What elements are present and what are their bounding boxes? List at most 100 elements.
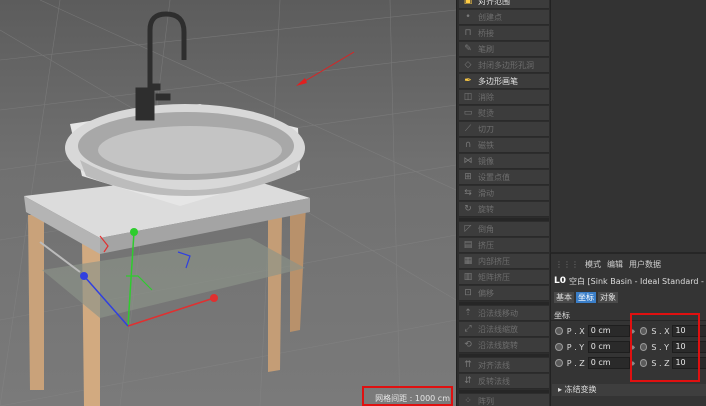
set-point-icon: ⊞: [464, 171, 472, 182]
grid-label-highlight: [362, 386, 453, 406]
label-px: P . X: [566, 326, 585, 336]
tool-normal-scale[interactable]: ⤢ 沿法线缩放: [459, 322, 549, 337]
tool-label: 阵列: [478, 396, 494, 406]
input-px[interactable]: 0 cm: [587, 325, 630, 337]
magnet-icon: ∩: [464, 139, 472, 150]
tool-label: 桥接: [478, 28, 494, 38]
anim-radio-py[interactable]: [555, 343, 563, 351]
tab-coordinates[interactable]: 坐标: [576, 292, 596, 303]
create-point-icon: •: [465, 11, 471, 22]
tool-reverse-normal[interactable]: ⇵ 反转法线: [459, 374, 549, 389]
tool-label: 反转法线: [478, 376, 510, 386]
tool-label: 笔刷: [478, 44, 494, 54]
align-normal-icon: ⇈: [464, 359, 472, 370]
tool-array[interactable]: ⁘ 阵列: [459, 394, 549, 406]
menu-mode[interactable]: 模式: [585, 259, 601, 270]
spin-edge-icon: ↻: [464, 203, 472, 214]
label-pz: P . Z: [566, 358, 585, 368]
tool-palette: ▣ 对齐范围 • 创建点 ⊓ 桥接 ✎ 笔刷 ◇ 封闭多边形孔洞 ✒ 多边形画笔 ◫ 消除 ▭ 熨烫 ⟋ 切刀 ∩ 磁…: [456, 0, 550, 406]
tool-label: 内部挤压: [478, 256, 510, 266]
tool-offset[interactable]: ⊡ 偏移: [459, 286, 549, 301]
normal-scale-icon: ⤢: [464, 323, 472, 334]
tool-magnet[interactable]: ∩ 磁铁: [459, 138, 549, 153]
iron-icon: ▭: [463, 107, 473, 118]
tool-label: 倒角: [478, 224, 494, 234]
attribute-menubar: ⋮⋮⋮ 模式 编辑 用户数据: [551, 257, 661, 271]
tool-label: 设置点值: [478, 172, 510, 182]
anim-radio-px[interactable]: [555, 327, 563, 335]
tool-spin-edge[interactable]: ↻ 旋转: [459, 202, 549, 217]
anim-radio-pz[interactable]: [555, 359, 563, 367]
reverse-normal-icon: ⇵: [464, 375, 472, 386]
tool-label: 消除: [478, 92, 494, 102]
tool-matrix-extrude[interactable]: ▥ 矩阵挤压: [459, 270, 549, 285]
tool-label: 磁铁: [478, 140, 494, 150]
tool-label: 对齐范围: [478, 0, 510, 6]
tool-label: 熨烫: [478, 108, 494, 118]
tool-label: 沿法线旋转: [478, 340, 518, 350]
tool-label: 封闭多边形孔洞: [478, 60, 534, 70]
brush-icon: ✎: [464, 43, 472, 54]
tool-label: 镜像: [478, 156, 494, 166]
tool-label: 切刀: [478, 124, 494, 134]
align-range-icon: ▣: [463, 0, 473, 6]
extrude-inner-icon: ▦: [463, 255, 473, 266]
tool-label: 多边形画笔: [478, 76, 518, 86]
tool-iron[interactable]: ▭ 熨烫: [459, 106, 549, 121]
tool-label: 旋转: [478, 204, 494, 214]
label-py: P . Y: [566, 342, 585, 352]
menu-edit[interactable]: 编辑: [607, 259, 623, 270]
tool-normal-move[interactable]: ⇡ 沿法线移动: [459, 306, 549, 321]
polygon-pen-icon: ✒: [464, 75, 472, 86]
cabinet: [24, 172, 310, 406]
slide-icon: ⇆: [464, 187, 472, 198]
grip-icon: ⋮⋮⋮: [555, 259, 579, 269]
scale-fields-highlight: [630, 313, 700, 382]
palette-separator: [459, 390, 549, 393]
tool-dissolve[interactable]: ◫ 消除: [459, 90, 549, 105]
tool-bridge[interactable]: ⊓ 桥接: [459, 26, 549, 41]
tool-brush[interactable]: ✎ 笔刷: [459, 42, 549, 57]
null-object-icon: L0: [554, 276, 566, 286]
normal-rotate-icon: ⟲: [464, 339, 472, 350]
bevel-icon: ◸: [464, 223, 472, 234]
palette-separator: [459, 302, 549, 305]
tool-normal-rotate[interactable]: ⟲ 沿法线旋转: [459, 338, 549, 353]
tool-label: 沿法线缩放: [478, 324, 518, 334]
mirror-icon: ⋈: [463, 155, 473, 166]
tab-object[interactable]: 对象: [598, 292, 618, 303]
faucet: [135, 11, 187, 121]
tool-extrude[interactable]: ▤ 挤压: [459, 238, 549, 253]
tool-label: 挤压: [478, 240, 494, 250]
tool-slide[interactable]: ⇆ 滑动: [459, 186, 549, 201]
input-py[interactable]: 0 cm: [587, 341, 630, 353]
tool-create-point[interactable]: • 创建点: [459, 10, 549, 25]
tool-align-range[interactable]: ▣ 对齐范围: [459, 0, 549, 9]
palette-separator: [459, 218, 549, 221]
input-pz[interactable]: 0 cm: [587, 357, 630, 369]
tool-label: 矩阵挤压: [478, 272, 510, 282]
dissolve-icon: ◫: [463, 91, 473, 102]
menu-user-data[interactable]: 用户数据: [629, 259, 661, 270]
bridge-icon: ⊓: [464, 27, 472, 38]
tool-extrude-inner[interactable]: ▦ 内部挤压: [459, 254, 549, 269]
palette-separator: [459, 354, 549, 357]
tool-close-hole[interactable]: ◇ 封闭多边形孔洞: [459, 58, 549, 73]
object-manager-area: [550, 0, 706, 252]
tool-bevel[interactable]: ◸ 倒角: [459, 222, 549, 237]
tool-knife[interactable]: ⟋ 切刀: [459, 122, 549, 137]
tool-label: 创建点: [478, 12, 502, 22]
offset-icon: ⊡: [464, 287, 472, 298]
3d-viewport[interactable]: 网格间距 : 1000 cm: [0, 0, 456, 406]
matrix-extrude-icon: ▥: [463, 271, 473, 282]
tab-basic[interactable]: 基本: [554, 292, 574, 303]
tool-polygon-pen[interactable]: ✒ 多边形画笔: [459, 74, 549, 89]
freeze-transform-toggle[interactable]: ▸ 冻结变换: [552, 384, 706, 396]
tool-label: 对齐法线: [478, 360, 510, 370]
array-icon: ⁘: [464, 395, 472, 406]
extrude-icon: ▤: [463, 239, 473, 250]
tool-label: 偏移: [478, 288, 494, 298]
tool-mirror[interactable]: ⋈ 镜像: [459, 154, 549, 169]
tool-set-point[interactable]: ⊞ 设置点值: [459, 170, 549, 185]
tool-align-normal[interactable]: ⇈ 对齐法线: [459, 358, 549, 373]
